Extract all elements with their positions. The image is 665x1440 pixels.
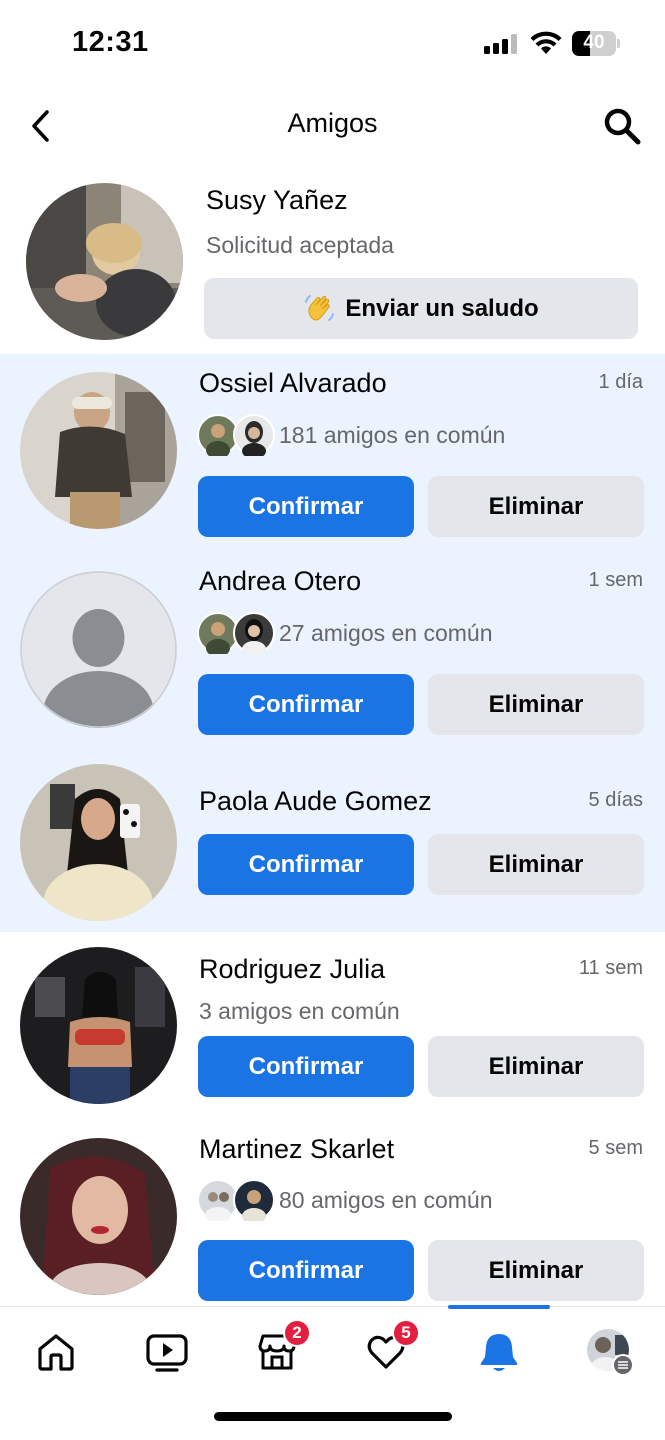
friend-name[interactable]: Susy Yañez xyxy=(206,185,348,216)
wifi-icon xyxy=(530,31,562,54)
dating-badge: 5 xyxy=(392,1319,420,1347)
friend-request-item: Rodriguez Julia 11 sem 3 amigos en común… xyxy=(0,932,665,1122)
delete-button[interactable]: Eliminar xyxy=(428,674,644,735)
mutual-friends-text: 27 amigos en común xyxy=(279,619,493,646)
nav-home[interactable] xyxy=(28,1327,84,1377)
mutual-friends[interactable]: 181 amigos en común xyxy=(197,414,505,456)
status-time: 12:31 xyxy=(72,26,149,58)
request-time: 1 sem xyxy=(588,569,643,591)
page-title: Amigos xyxy=(287,108,378,138)
confirm-button[interactable]: Confirmar xyxy=(198,1240,414,1301)
battery-icon: 40 xyxy=(572,31,620,56)
send-greeting-label: Enviar un saludo xyxy=(345,294,539,322)
mutual-avatar xyxy=(233,1179,275,1221)
avatar[interactable] xyxy=(20,764,177,921)
mutual-friends[interactable]: 3 amigos en común xyxy=(197,990,400,1032)
confirm-button[interactable]: Confirmar xyxy=(198,476,414,537)
mutual-friend-avatars xyxy=(197,1179,277,1221)
delete-button[interactable]: Eliminar xyxy=(428,1240,644,1301)
page-header: Amigos xyxy=(0,90,665,162)
friend-name[interactable]: Paola Aude Gomez xyxy=(199,786,432,817)
friend-name[interactable]: Ossiel Alvarado xyxy=(199,368,387,399)
confirm-button[interactable]: Confirmar xyxy=(198,674,414,735)
mutual-friends-text: 3 amigos en común xyxy=(199,997,400,1024)
active-tab-indicator xyxy=(448,1305,550,1309)
mutual-friends[interactable]: 27 amigos en común xyxy=(197,612,493,654)
home-indicator xyxy=(214,1412,452,1421)
mutual-avatar xyxy=(233,414,275,456)
mutual-friend-avatars xyxy=(197,414,277,456)
friend-request-item: Martinez Skarlet 5 sem 80 amigos en comú… xyxy=(0,1122,665,1306)
request-time: 5 sem xyxy=(588,1137,643,1159)
delete-button[interactable]: Eliminar xyxy=(428,834,644,895)
friend-request-item: Andrea Otero 1 sem 27 amigos en común Co… xyxy=(0,552,665,750)
request-status: Solicitud aceptada xyxy=(206,232,394,258)
confirm-button[interactable]: Confirmar xyxy=(198,834,414,895)
waving-hand-icon xyxy=(305,294,335,321)
mutual-friends-text: 181 amigos en común xyxy=(279,421,506,448)
delete-button[interactable]: Eliminar xyxy=(428,476,644,537)
avatar[interactable] xyxy=(20,1138,177,1295)
avatar[interactable] xyxy=(20,947,177,1104)
status-bar: 12:31 40 xyxy=(0,0,665,90)
nav-marketplace[interactable]: 2 xyxy=(249,1319,311,1377)
nav-video[interactable] xyxy=(139,1327,195,1377)
friend-name[interactable]: Andrea Otero xyxy=(199,566,361,597)
request-time: 11 sem xyxy=(578,957,643,979)
accepted-request: Susy Yañez Solicitud aceptada Enviar un … xyxy=(0,170,665,354)
mutual-friend-avatars xyxy=(197,612,277,654)
request-time: 1 día xyxy=(598,371,643,393)
send-greeting-button[interactable]: Enviar un saludo xyxy=(204,278,638,339)
mutual-friends-text: 80 amigos en común xyxy=(279,1186,493,1213)
friend-requests-list: Ossiel Alvarado 1 día 181 amigos en comú… xyxy=(0,354,665,1306)
battery-level: 40 xyxy=(583,32,605,53)
profile-menu-icon xyxy=(587,1329,634,1376)
marketplace-badge: 2 xyxy=(283,1319,311,1347)
friend-name[interactable]: Martinez Skarlet xyxy=(199,1134,394,1165)
cellular-signal-icon xyxy=(484,34,520,54)
search-icon[interactable] xyxy=(602,106,642,146)
nav-notifications[interactable] xyxy=(471,1327,527,1377)
nav-dating[interactable]: 5 xyxy=(358,1319,420,1377)
mutual-avatar xyxy=(233,612,275,654)
home-icon xyxy=(38,1334,74,1371)
avatar[interactable] xyxy=(20,571,177,728)
confirm-button[interactable]: Confirmar xyxy=(198,1036,414,1097)
request-time: 5 días xyxy=(588,789,643,811)
avatar[interactable] xyxy=(20,372,177,529)
friend-name[interactable]: Rodriguez Julia xyxy=(199,954,385,985)
friend-request-item: Paola Aude Gomez 5 días Confirmar Elimin… xyxy=(0,750,665,932)
avatar[interactable] xyxy=(26,183,183,340)
friend-request-item: Ossiel Alvarado 1 día 181 amigos en comú… xyxy=(0,354,665,552)
mutual-friends[interactable]: 80 amigos en común xyxy=(197,1179,493,1221)
delete-button[interactable]: Eliminar xyxy=(428,1036,644,1097)
video-icon xyxy=(146,1334,188,1372)
nav-profile-menu[interactable] xyxy=(582,1327,638,1377)
bell-icon xyxy=(480,1334,518,1371)
